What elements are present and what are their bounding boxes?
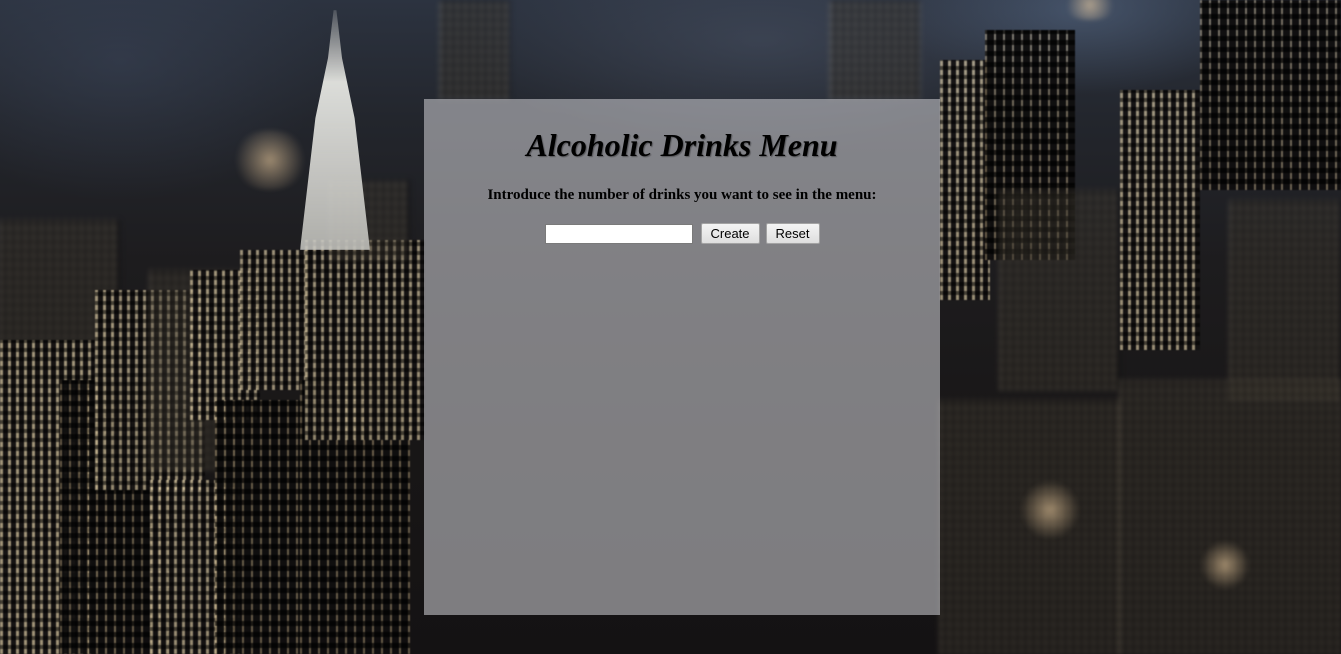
page-title: Alcoholic Drinks Menu: [526, 127, 838, 163]
drinks-form: Create Reset: [424, 223, 940, 244]
menu-panel: Alcoholic Drinks Menu Introduce the numb…: [424, 99, 940, 615]
drinks-count-input[interactable]: [544, 223, 693, 244]
chrysler-spire: [300, 10, 370, 250]
create-button[interactable]: Create: [700, 223, 760, 244]
drinks-count-prompt: Introduce the number of drinks you want …: [487, 187, 877, 203]
reset-button[interactable]: Reset: [765, 223, 820, 244]
